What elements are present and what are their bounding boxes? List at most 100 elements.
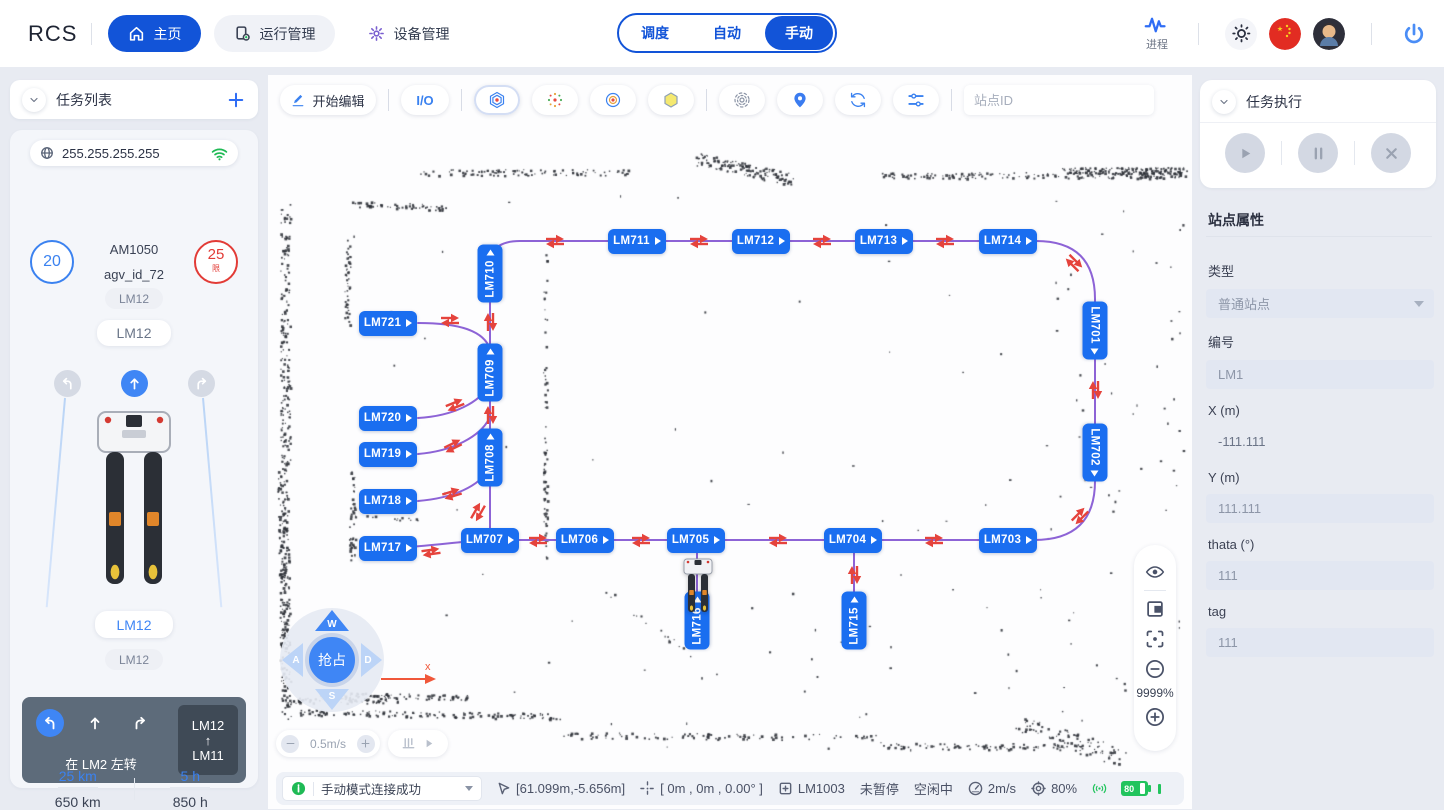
station-y-input[interactable]: 111.111: [1206, 494, 1434, 523]
io-button[interactable]: I/O: [401, 85, 449, 115]
station-LM710[interactable]: LM710: [478, 244, 503, 302]
zoom-out-button[interactable]: [1145, 659, 1165, 679]
speed-increase-button[interactable]: [357, 735, 375, 753]
tab-operation-management[interactable]: 运行管理: [214, 15, 335, 52]
agv-ip-field[interactable]: 255.255.255.255: [30, 140, 238, 166]
scatter-layer-button[interactable]: [532, 85, 578, 115]
station-LM701[interactable]: LM701: [1083, 301, 1108, 359]
station-theta-input[interactable]: 111: [1206, 561, 1434, 590]
sun-icon: [1232, 24, 1251, 43]
start-edit-button[interactable]: 开始编辑: [280, 85, 376, 115]
tab-home[interactable]: 主页: [108, 15, 201, 52]
path-direction-arrow: [420, 540, 441, 553]
station-tag-label: tag: [1208, 604, 1434, 619]
process-button[interactable]: 进程: [1142, 15, 1172, 52]
station-LM721[interactable]: LM721: [359, 311, 417, 336]
station-LM715[interactable]: LM715: [842, 591, 867, 649]
station-arrow-icon: [406, 450, 412, 458]
close-icon: [1383, 145, 1400, 162]
station-number-input[interactable]: LM1: [1206, 360, 1434, 389]
agv-model: AM1050: [10, 242, 258, 257]
station-LM712[interactable]: LM712: [732, 229, 790, 254]
route-from: LM12: [192, 718, 225, 733]
signal-strength: [1092, 781, 1107, 796]
station-LM703[interactable]: LM703: [979, 528, 1037, 553]
path-direction-arrow: [440, 310, 460, 320]
map-settings-button[interactable]: [893, 85, 939, 115]
station-LM713[interactable]: LM713: [855, 229, 913, 254]
hours-stat: 5 h 850 h: [135, 768, 247, 810]
agv-robot-marker[interactable]: [683, 557, 713, 622]
station-LM706[interactable]: LM706: [556, 528, 614, 553]
divider: [388, 89, 389, 111]
hexdot-icon: [488, 91, 506, 109]
seize-control-button[interactable]: 抢占: [305, 633, 359, 687]
avatar[interactable]: [1313, 18, 1345, 50]
station-tag-input[interactable]: 111: [1206, 628, 1434, 657]
station-LM704[interactable]: LM704: [824, 528, 882, 553]
station-LM720[interactable]: LM720: [359, 406, 417, 431]
station-search-input[interactable]: [974, 93, 1150, 108]
mode-auto[interactable]: 自动: [693, 16, 761, 50]
theme-button[interactable]: [1225, 18, 1257, 50]
wifi-icon: [211, 146, 228, 161]
visibility-button[interactable]: [1145, 562, 1165, 582]
station-LM714[interactable]: LM714: [979, 229, 1037, 254]
turn-left-button[interactable]: [54, 370, 81, 397]
idle-state: 空闲中: [914, 779, 953, 798]
station-LM718[interactable]: LM718: [359, 489, 417, 514]
guide-line-right: [202, 398, 222, 607]
mode-dispatch[interactable]: 调度: [621, 16, 689, 50]
task-execution-header: 任务执行: [1200, 80, 1436, 123]
station-arrow-icon: [1091, 348, 1099, 354]
collapse-button[interactable]: [22, 88, 46, 112]
zoom-in-button[interactable]: [1145, 707, 1165, 727]
cursor-icon: [496, 781, 511, 796]
tab-equipment-management[interactable]: 设备管理: [348, 15, 469, 52]
add-task-button[interactable]: [226, 90, 246, 110]
task-pause-button[interactable]: [1298, 133, 1338, 173]
station-arrow-icon: [871, 536, 877, 544]
station-type-select[interactable]: 普通站点: [1206, 289, 1434, 318]
status-message-select[interactable]: 手动模式连接成功: [282, 776, 482, 801]
target-layer-button[interactable]: [590, 85, 636, 115]
station-LM717[interactable]: LM717: [359, 536, 417, 561]
mode-manual[interactable]: 手动: [765, 16, 833, 50]
task-play-button[interactable]: [1225, 133, 1265, 173]
main-tabs: 主页 运行管理 设备管理: [108, 15, 469, 52]
station-arrow-icon: [406, 414, 412, 422]
speed-decrease-button[interactable]: [281, 735, 299, 753]
power-button[interactable]: [1398, 18, 1430, 50]
station-LM711[interactable]: LM711: [608, 229, 666, 254]
task-cancel-button[interactable]: [1371, 133, 1411, 173]
station-theta-label: thata (°): [1208, 537, 1434, 552]
station-arrow-icon: [902, 237, 908, 245]
divider: [1354, 141, 1355, 165]
minimap-button[interactable]: [1145, 599, 1165, 619]
area-layer-button[interactable]: [648, 85, 694, 115]
location-pin-button[interactable]: [777, 85, 823, 115]
station-search: [964, 85, 1154, 115]
status-message: 手动模式连接成功: [321, 779, 458, 798]
guide-line-left: [46, 398, 66, 607]
divider: [91, 23, 92, 45]
station-LM709[interactable]: LM709: [478, 343, 503, 401]
collapse-button[interactable]: [1212, 90, 1236, 114]
language-button[interactable]: [1269, 18, 1301, 50]
forward-button[interactable]: [121, 370, 148, 397]
station-LM708[interactable]: LM708: [478, 428, 503, 486]
station-layer-button[interactable]: [474, 85, 520, 115]
divider: [1371, 23, 1372, 45]
lidar-layer-button[interactable]: [719, 85, 765, 115]
refresh-map-button[interactable]: [835, 85, 881, 115]
turn-right-button[interactable]: [188, 370, 215, 397]
fork-control[interactable]: [388, 730, 448, 757]
station-LM707[interactable]: LM707: [461, 528, 519, 553]
china-flag-icon: [1269, 18, 1301, 50]
center-view-button[interactable]: [1145, 629, 1165, 649]
map-stage[interactable]: LM710 LM711 LM712 LM713 LM714 LM701 LM702 LM703…: [268, 75, 1192, 809]
current-station: LM1003: [778, 781, 845, 796]
station-LM702[interactable]: LM702: [1083, 423, 1108, 481]
station-LM705[interactable]: LM705: [667, 528, 725, 553]
station-LM719[interactable]: LM719: [359, 442, 417, 467]
